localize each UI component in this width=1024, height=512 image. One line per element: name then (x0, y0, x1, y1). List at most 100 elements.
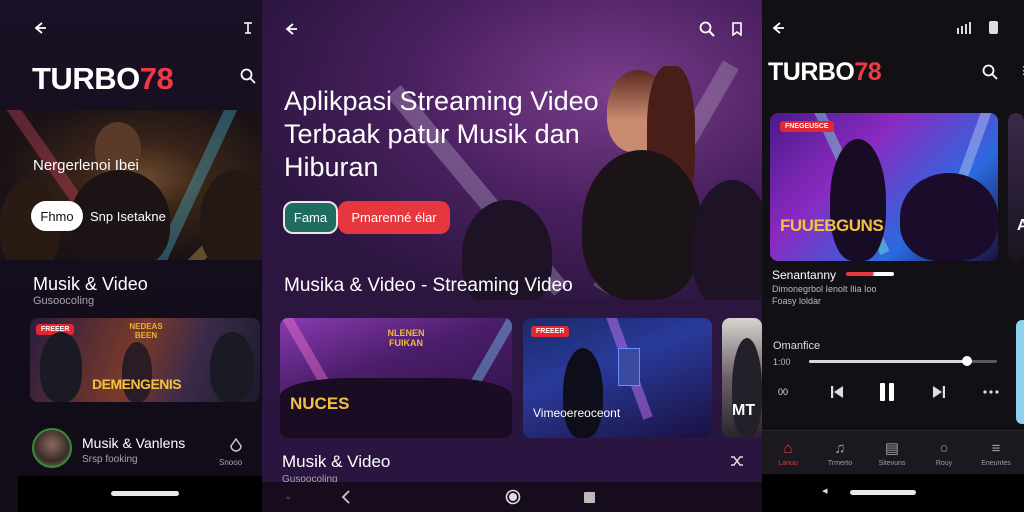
video-card-dj[interactable]: FREEER Vimeoereoceont (523, 318, 712, 438)
presenter-figure (732, 338, 762, 438)
tab-label: Trmerto (827, 459, 853, 467)
nav-home-button[interactable] (504, 488, 522, 506)
play-button[interactable]: Fhmo (31, 201, 83, 231)
card-badge: FNEGEUSCE (780, 121, 834, 132)
track-meta-2: Foasy loldar (772, 296, 822, 306)
video-thumbnail[interactable]: FREEER NEDEAS BEEN DEMENGENIS (30, 318, 260, 402)
back-icon (34, 22, 46, 34)
menu-icon: ≡ (991, 439, 1001, 457)
home-icon: ⌂ (783, 439, 793, 457)
tab-library[interactable]: ▤ Sitevuns (866, 431, 918, 475)
track-title: Senantanny (772, 268, 837, 282)
tab-label: Sitevuns (878, 460, 906, 467)
primary-button[interactable]: Fama (283, 201, 338, 234)
nav-back-icon[interactable]: ◂ (822, 484, 828, 497)
nav-back-icon (341, 490, 350, 504)
singer-figure (830, 139, 886, 261)
logo-number: 78 (854, 58, 882, 86)
artist-subtitle: Srsp fooking (82, 454, 138, 465)
presenter-figure (122, 342, 152, 402)
home-indicator[interactable] (850, 490, 916, 495)
next-button[interactable] (930, 383, 948, 401)
card-title: NUCES (290, 394, 350, 413)
search-button[interactable] (980, 62, 1000, 82)
back-button[interactable] (768, 18, 788, 38)
battery-icon (989, 21, 998, 34)
nav-collapse-icon[interactable]: ⌄ (284, 491, 292, 502)
dj-laptop (618, 348, 640, 386)
nav-recents-button[interactable] (582, 490, 596, 504)
dj-figure (563, 348, 603, 438)
shuffle-button[interactable] (728, 452, 746, 470)
secondary-action[interactable]: Snp Isetakne (86, 201, 181, 231)
drop-icon[interactable] (229, 437, 243, 452)
home-indicator[interactable] (111, 491, 179, 496)
search-icon (982, 64, 998, 80)
tab-home[interactable]: ⌂ Lanuu (762, 431, 814, 475)
library-icon: ▤ (884, 440, 900, 457)
tab-music[interactable]: ♫ Trmerto (814, 431, 866, 475)
presenter-figure (40, 332, 82, 402)
card-title: MT (732, 402, 756, 419)
signal-icon (956, 21, 976, 34)
thumb-sign: NEDEAS BEEN (129, 322, 163, 340)
artist-name: Musik & Vanlens (82, 435, 186, 451)
crowd-silhouette (900, 173, 998, 261)
tab-label: Lanuu (778, 459, 798, 467)
section-title: Musika & Video - Streaming Video (284, 275, 573, 296)
tab-menu[interactable]: ≡ Eneuntes (970, 431, 1022, 475)
pause-button[interactable] (876, 380, 898, 404)
app-logo: TURBO78 (32, 61, 174, 96)
time-counter: 00 (778, 387, 789, 397)
circle-icon: ○ (939, 439, 949, 457)
back-button[interactable] (30, 18, 50, 38)
featured-card[interactable]: FNEGEUSCE FUUEBGUNS (770, 113, 998, 261)
section-title: Musik & Video (33, 274, 148, 294)
app-logo: TURBO78 (768, 58, 882, 86)
share-button[interactable] (238, 18, 258, 38)
pause-icon (880, 383, 894, 401)
share-icon (244, 22, 252, 34)
card-title: Vimeoereoceont (533, 406, 621, 420)
system-nav-bar (18, 476, 262, 512)
nav-back-button[interactable] (338, 489, 354, 505)
side-drawer-edge[interactable] (1016, 320, 1024, 424)
search-button[interactable] (696, 18, 718, 40)
search-icon (240, 68, 256, 84)
more-button[interactable] (981, 384, 1001, 400)
tab-label: Eneuntes (981, 459, 1011, 467)
hero-banner[interactable] (0, 110, 262, 260)
logo-text: TURBO (768, 58, 855, 86)
next-card-partial[interactable]: A (1008, 113, 1024, 261)
system-nav-bar: ⌄ (262, 482, 762, 512)
hero-headline: Aplikpasi Streaming Video Terbaak patur … (284, 86, 599, 182)
middle-phone-screen: Aplikpasi Streaming Video Terbaak patur … (262, 0, 762, 512)
progress-thumb[interactable] (961, 356, 972, 366)
nav-recents-icon (583, 491, 595, 503)
card-title: A (1017, 217, 1024, 234)
right-phone-screen: TURBO78 ⋮ FNEGEUSCE FUUEBGUNS A Senantan… (762, 0, 1024, 512)
logo-number: 78 (139, 61, 174, 96)
presenter-figure (210, 332, 254, 402)
previous-button[interactable] (828, 383, 846, 401)
tab-label: Rouy (935, 459, 953, 467)
bookmark-button[interactable] (726, 18, 748, 40)
secondary-button[interactable]: Pmarenné élar (338, 201, 450, 234)
video-card-partial[interactable]: MT (722, 318, 762, 438)
search-button[interactable] (238, 66, 258, 86)
hero-title: Nergerlenoi Ibei (33, 157, 139, 174)
tab-profile[interactable]: ○ Rouy (918, 431, 970, 475)
player-label: Omanfice (773, 340, 821, 352)
back-button[interactable] (280, 18, 302, 40)
card-title: FUUEBGUNS (780, 216, 884, 235)
avatar[interactable] (32, 428, 72, 468)
edge-icon: ⋮ (1018, 65, 1024, 77)
more-icon (983, 390, 999, 394)
bottom-tab-bar: ⌂ Lanuu ♫ Trmerto ▤ Sitevuns ○ Rouy ≡ En… (762, 430, 1024, 474)
crowd-silhouette (692, 180, 762, 300)
card-sign: NLENEN FUIKAN (387, 328, 425, 348)
video-card-concert[interactable]: NLENEN FUIKAN NUCES (280, 318, 512, 438)
previous-icon (831, 386, 843, 398)
back-icon (772, 22, 784, 34)
nav-home-icon (505, 489, 521, 505)
